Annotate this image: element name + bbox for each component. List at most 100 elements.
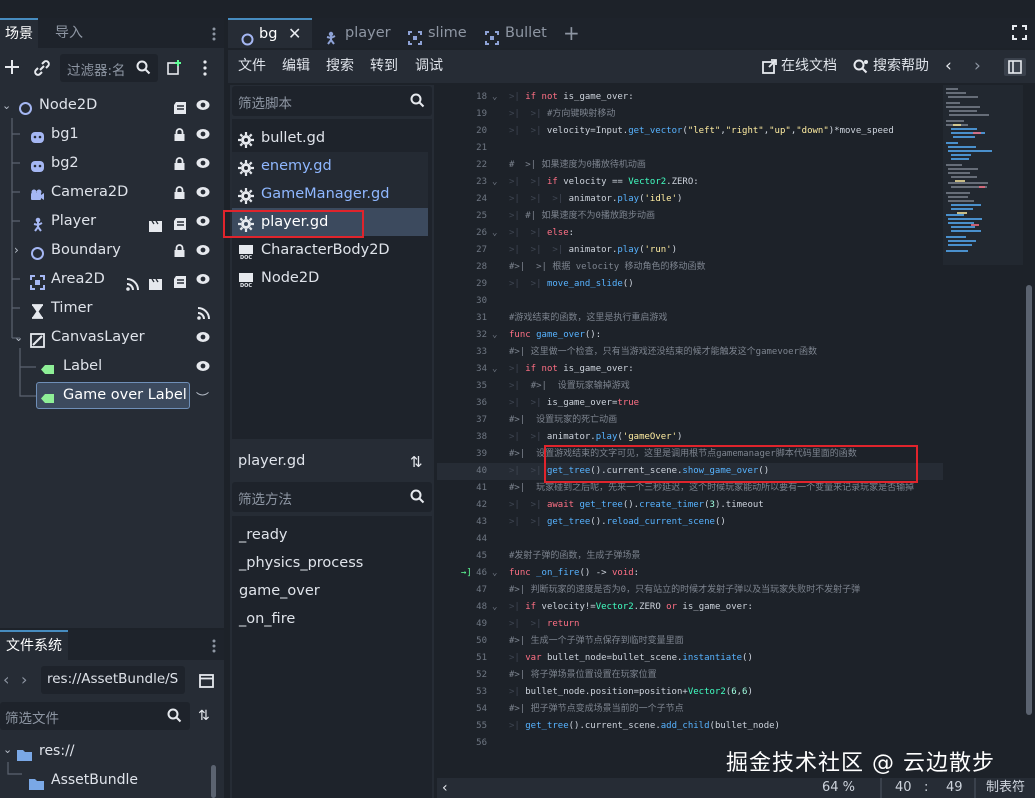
visibility-eye-closed-icon[interactable]: ︶ [196, 385, 209, 414]
visibility-eye-icon[interactable] [196, 360, 210, 372]
label-icon [40, 359, 55, 374]
method-filter-input[interactable]: 筛选方法 [232, 482, 432, 512]
collapse-arrow-icon[interactable]: ⌄ [3, 743, 12, 756]
visibility-eye-icon[interactable] [196, 186, 210, 198]
menu-search[interactable]: 搜索 [326, 50, 354, 83]
lock-icon[interactable] [174, 128, 185, 141]
tree-node-label[interactable]: Label [0, 352, 224, 381]
toggle-panel-icon[interactable] [1004, 58, 1026, 76]
online-docs-button[interactable]: 在线文档 [781, 50, 837, 83]
script-item-characterbody2d-doc[interactable]: DOC CharacterBody2D [232, 236, 428, 264]
script-item-gamemanager[interactable]: GameManager.gd [232, 180, 428, 208]
line-number: 18 [476, 92, 487, 102]
line-number: 42 [476, 500, 487, 510]
scroll-left-icon[interactable]: ‹ [442, 778, 448, 798]
tree-node-canvaslayer[interactable]: ⌄ CanvasLayer [0, 323, 224, 352]
tree-node-area2d[interactable]: Area2D [0, 265, 224, 294]
line-number: 51 [476, 653, 487, 663]
tree-node-bg2[interactable]: bg2 [0, 149, 224, 178]
code-scrollbar[interactable] [1023, 85, 1035, 768]
code-editor[interactable]: 18 ⌄ >| if not is_game_over: 19 >| >| #方向键映… [437, 85, 943, 768]
line-number: 19 [476, 109, 487, 119]
add-scene-tab-icon[interactable]: + [563, 23, 580, 43]
line-number: 32 [476, 330, 487, 340]
script-filter-input[interactable]: 筛选脚本 [232, 86, 432, 116]
tab-scene[interactable]: 场景 [0, 18, 38, 48]
code-minimap[interactable] [943, 85, 1023, 768]
scene-tab-label: slime [428, 25, 467, 41]
fs-item-assetbundle[interactable]: AssetBundle [51, 772, 138, 788]
tab-filesystem[interactable]: 文件系统 [0, 630, 68, 660]
sort-icon[interactable]: ⇅ [198, 708, 210, 724]
collapse-arrow-icon[interactable]: ⌄ [14, 323, 23, 352]
code-line: 48 ⌄ >| if velocity!=Vector2.ZERO or is_ga… [437, 599, 943, 616]
scene-tab-bg[interactable]: bg ✕ [228, 18, 312, 48]
zoom-level[interactable]: 64 % [822, 778, 855, 798]
history-forward-icon[interactable]: › [974, 50, 981, 83]
history-back-icon[interactable]: ‹ [945, 50, 952, 83]
fs-item-res[interactable]: res:// [39, 743, 75, 759]
fs-tree-line [7, 762, 22, 775]
tree-node-player[interactable]: Player [0, 207, 224, 236]
method-item[interactable]: _ready [239, 521, 287, 549]
dock-options-icon[interactable] [212, 26, 216, 41]
add-node-icon[interactable] [4, 59, 20, 75]
visibility-eye-icon[interactable] [196, 273, 210, 285]
tab-import[interactable]: 导入 [50, 18, 88, 48]
visibility-eye-icon[interactable] [196, 157, 210, 169]
menu-file[interactable]: 文件 [238, 50, 266, 83]
menu-goto[interactable]: 转到 [370, 50, 398, 83]
visibility-eye-icon[interactable] [196, 244, 210, 256]
fs-scrollbar[interactable] [211, 765, 216, 798]
scene-filter-input[interactable]: 过滤器:名 [60, 54, 158, 82]
line-number: 48 [476, 602, 487, 612]
lock-icon[interactable] [174, 157, 185, 170]
script-item-node2d-doc[interactable]: DOC Node2D [232, 264, 428, 292]
indent-mode[interactable]: 制表符 [986, 778, 1025, 798]
distraction-free-icon[interactable] [1012, 25, 1027, 44]
lock-icon[interactable] [174, 186, 185, 199]
sort-methods-icon[interactable]: ⇅ [410, 453, 423, 471]
code-line: 54 #>| 把子弹节点变成场景当前的一个子节点 [437, 701, 943, 718]
tree-node-node2d[interactable]: ⌄ Node2D [0, 91, 224, 120]
method-item[interactable]: _on_fire [239, 605, 295, 633]
line-number: 29 [476, 279, 487, 289]
file-filter-input[interactable]: 筛选文件 [0, 702, 190, 730]
tree-node-bg1[interactable]: bg1 [0, 120, 224, 149]
lock-icon[interactable] [174, 244, 185, 257]
path-field[interactable]: res://AssetBundle/S [41, 666, 185, 694]
tree-node-label: Label [63, 358, 103, 374]
visibility-eye-icon[interactable] [196, 331, 210, 343]
code-line: 55 >| get_tree().current_scene.add_child(… [437, 718, 943, 735]
expand-arrow-icon[interactable]: › [14, 236, 19, 265]
script-item-enemy[interactable]: enemy.gd [232, 152, 428, 180]
method-item[interactable]: _physics_process [239, 549, 363, 577]
visibility-eye-icon[interactable] [196, 128, 210, 140]
tree-node-game-over-label[interactable]: Game over Label ︶ [0, 381, 224, 410]
layout-toggle-icon[interactable] [199, 673, 214, 692]
dock-options-icon[interactable] [212, 638, 216, 657]
visibility-eye-icon[interactable] [196, 99, 210, 111]
tree-node-timer[interactable]: Timer [0, 294, 224, 323]
scrollbar-thumb[interactable] [1026, 285, 1032, 715]
close-icon[interactable]: ✕ [288, 20, 301, 48]
forward-arrow-icon[interactable]: › [21, 670, 27, 689]
tree-node-boundary[interactable]: › Boundary [0, 236, 224, 265]
instance-scene-icon[interactable] [166, 60, 182, 76]
help-search-icon [853, 59, 869, 78]
collapse-arrow-icon[interactable]: ⌄ [2, 91, 11, 120]
tree-node-label: Boundary [51, 242, 121, 258]
method-item[interactable]: game_over [239, 577, 320, 605]
menu-debug[interactable]: 调试 [415, 50, 443, 83]
line-number: 20 [476, 126, 487, 136]
status-divider [880, 778, 882, 798]
menu-edit[interactable]: 编辑 [282, 50, 310, 83]
scene-menu-icon[interactable] [203, 60, 207, 76]
tree-node-camera2d[interactable]: Camera2D [0, 178, 224, 207]
search-help-button[interactable]: 搜索帮助 [873, 50, 929, 83]
visibility-eye-icon[interactable] [196, 215, 210, 227]
link-icon[interactable] [34, 60, 50, 76]
label-icon [40, 388, 55, 403]
script-item-bullet[interactable]: bullet.gd [232, 124, 428, 152]
back-arrow-icon[interactable]: ‹ [3, 670, 9, 689]
